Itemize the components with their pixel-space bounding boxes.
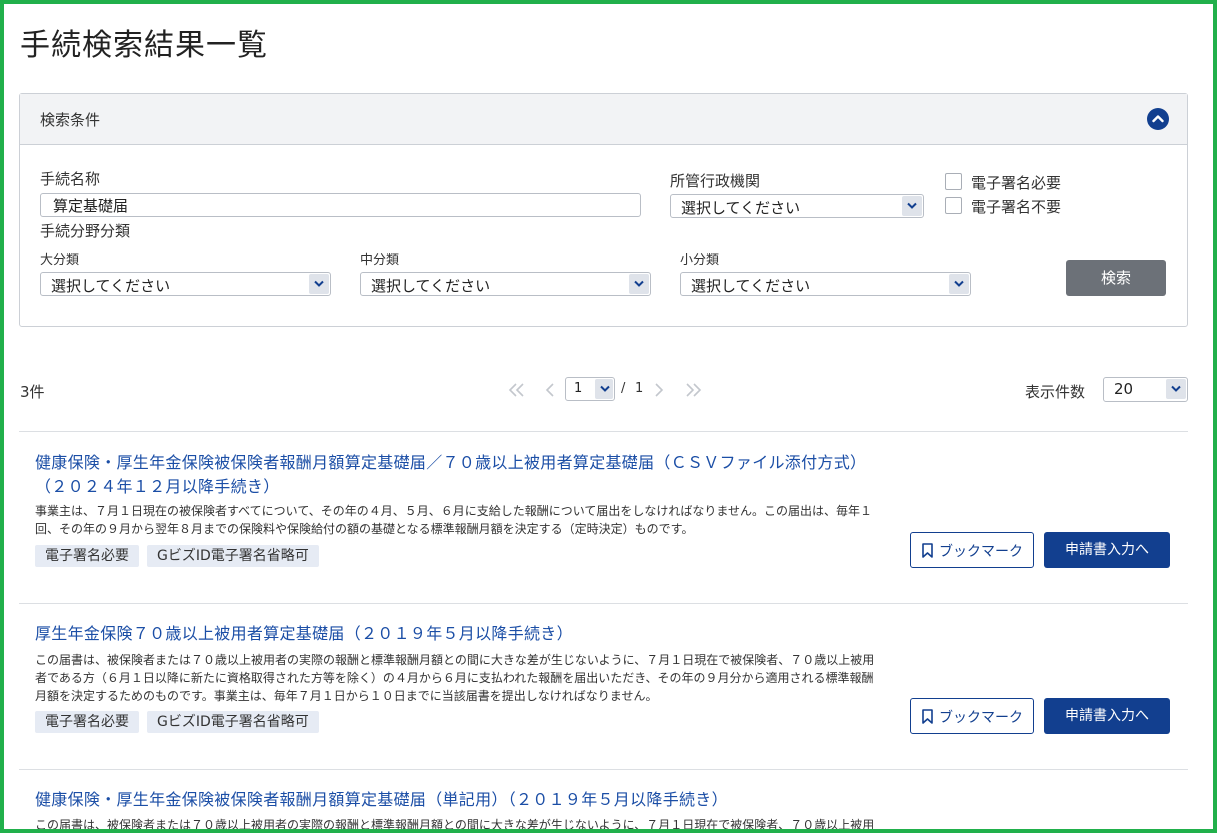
result-description: この届書は、被保険者または７０歳以上被用者の実際の報酬と標準報酬月額との間に大き… [35, 651, 885, 705]
page-number-select[interactable]: 1 [565, 377, 615, 401]
result-desc-line: この届書は、被保険者または７０歳以上被用者の実際の報酬と標準報酬月額との間に大き… [35, 818, 875, 832]
total-pages: 1 [635, 381, 644, 396]
major-category-value: 選択してください [51, 277, 171, 295]
middle-category-select[interactable]: 選択してください [360, 272, 651, 296]
middle-category-value: 選択してください [371, 277, 491, 295]
major-category-select[interactable]: 選択してください [40, 272, 331, 296]
chevron-down-icon [629, 274, 649, 294]
apply-form-button[interactable]: 申請書入力へ [1044, 698, 1170, 734]
search-panel-header[interactable]: 検索条件 [20, 94, 1187, 145]
tag-signature-required: 電子署名必要 [35, 711, 139, 733]
double-chevron-right-icon[interactable] [684, 382, 702, 401]
result-title-link[interactable]: 健康保険・厚生年金保険被保険者報酬月額算定基礎届（単記用）（２０１９年５月以降手… [35, 788, 895, 812]
bookmark-label: ブックマーク [939, 710, 1023, 726]
chevron-up-icon[interactable] [1147, 108, 1169, 130]
pagination: 1 / 1 [504, 377, 714, 403]
bookmark-label: ブックマーク [939, 544, 1023, 560]
bookmark-icon [922, 543, 933, 558]
window-frame: 手続検索結果一覧 検索条件 手続名称 所管行政機関 選択してください 電子署名必… [0, 0, 1217, 833]
bookmark-button[interactable]: ブックマーク [910, 532, 1034, 568]
agency-label: 所管行政機関 [670, 172, 761, 190]
result-desc-line: 者である方（６月１日以降に新たに資格取得された方等を除く）の４月から６月に支払わ… [35, 671, 874, 685]
result-description: この届書は、被保険者または７０歳以上被用者の実際の報酬と標準報酬月額との間に大き… [35, 816, 885, 832]
per-page-label: 表示件数 [1025, 383, 1086, 401]
major-category-label: 大分類 [40, 253, 80, 268]
divider [19, 603, 1188, 604]
apply-form-button[interactable]: 申請書入力へ [1044, 532, 1170, 568]
search-button[interactable]: 検索 [1066, 260, 1166, 296]
procedure-name-input[interactable] [40, 193, 641, 217]
chevron-down-icon [949, 274, 969, 294]
chevron-down-icon [902, 196, 922, 216]
chevron-down-icon [1166, 379, 1186, 399]
category-label: 手続分野分類 [40, 222, 131, 240]
per-page-select[interactable]: 20 [1103, 377, 1188, 402]
result-desc-line: 回、その年の９月から翌年８月までの保険料や保険給付の額の基礎となる標準報酬月額を… [35, 522, 694, 536]
result-title-line: 健康保険・厚生年金保険被保険者報酬月額算定基礎届／７０歳以上被用者算定基礎届（Ｃ… [35, 453, 867, 472]
chevron-down-icon [595, 379, 613, 399]
chevron-left-icon[interactable] [545, 382, 555, 401]
tag-gbizid: GビズID電子署名省略可 [147, 711, 319, 733]
page-separator: / [621, 381, 626, 396]
page-title: 手続検索結果一覧 [20, 28, 268, 63]
middle-category-label: 中分類 [360, 253, 400, 268]
checkbox-box[interactable] [945, 197, 962, 214]
divider [19, 769, 1188, 770]
chevron-down-icon [309, 274, 329, 294]
result-description: 事業主は、７月１日現在の被保険者すべてについて、その年の４月、５月、６月に支給し… [35, 502, 885, 538]
result-count: 3件 [20, 383, 45, 401]
bookmark-button[interactable]: ブックマーク [910, 698, 1034, 734]
tag-signature-required: 電子署名必要 [35, 545, 139, 567]
bookmark-icon [922, 709, 933, 724]
result-desc-line: 月額を決定するためのものです。事業主は、毎年７月１日から１０日までに当該届書を提… [35, 689, 658, 703]
checkbox-box[interactable] [945, 173, 962, 190]
result-title-line: （２０２４年１２月以降手続き） [35, 477, 280, 496]
divider [19, 431, 1188, 432]
current-page: 1 [574, 381, 583, 396]
result-desc-line: この届書は、被保険者または７０歳以上被用者の実際の報酬と標準報酬月額との間に大き… [35, 653, 875, 667]
search-panel: 検索条件 手続名称 所管行政機関 選択してください 電子署名必要 電子署名不要 … [19, 93, 1188, 327]
result-title-link[interactable]: 厚生年金保険７０歳以上被用者算定基礎届（２０１９年５月以降手続き） [35, 622, 895, 646]
minor-category-value: 選択してください [691, 277, 811, 295]
result-desc-line: 事業主は、７月１日現在の被保険者すべてについて、その年の４月、５月、６月に支給し… [35, 504, 873, 518]
minor-category-label: 小分類 [680, 253, 720, 268]
search-panel-title: 検索条件 [40, 111, 101, 129]
tag-gbizid: GビズID電子署名省略可 [147, 545, 319, 567]
signature-not-required-label: 電子署名不要 [971, 198, 1062, 216]
minor-category-select[interactable]: 選択してください [680, 272, 971, 296]
per-page-value: 20 [1114, 380, 1134, 398]
result-title-link[interactable]: 健康保険・厚生年金保険被保険者報酬月額算定基礎届／７０歳以上被用者算定基礎届（Ｃ… [35, 451, 895, 499]
chevron-right-icon[interactable] [654, 382, 664, 401]
procedure-name-label: 手続名称 [40, 170, 101, 188]
agency-select-value: 選択してください [681, 199, 801, 217]
agency-select[interactable]: 選択してください [670, 194, 924, 218]
double-chevron-left-icon[interactable] [508, 382, 526, 401]
signature-required-label: 電子署名必要 [971, 174, 1062, 192]
